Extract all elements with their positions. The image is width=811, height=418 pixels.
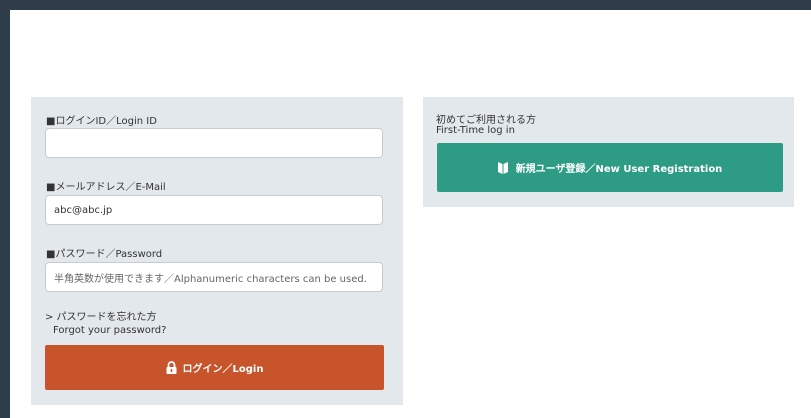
lock-icon (166, 361, 177, 374)
login-button[interactable]: ログイン／Login (45, 345, 384, 390)
email-label: ■メールアドレス／E-Mail (46, 182, 166, 193)
login-id-label: ■ログインID／Login ID (46, 116, 157, 127)
password-label: ■パスワード／Password (46, 249, 163, 260)
first-time-heading-jp: 初めてご利用される方 (436, 115, 536, 126)
registration-panel: 初めてご利用される方 First-Time log in 新規ユーザ登録／New… (423, 97, 794, 207)
email-input[interactable]: abc@abc.jp (45, 195, 383, 225)
window-frame-left (0, 0, 10, 418)
new-user-registration-button[interactable]: 新規ユーザ登録／New User Registration (437, 143, 783, 192)
login-panel: ■ログインID／Login ID ■メールアドレス／E-Mail abc@abc… (31, 97, 403, 405)
login-button-label: ログイン／Login (182, 364, 264, 375)
forgot-password-jp: > パスワードを忘れた方 (45, 312, 157, 323)
forgot-password-link[interactable]: > パスワードを忘れた方 Forgot your password? (45, 311, 166, 337)
password-input[interactable]: 半角英数が使用できます／Alphanumeric characters can … (45, 262, 383, 292)
beginner-mark-icon (497, 162, 508, 174)
forgot-password-en: Forgot your password? (53, 325, 167, 336)
window-frame-top (0, 0, 811, 10)
registration-button-label: 新規ユーザ登録／New User Registration (515, 164, 723, 175)
first-time-heading-en: First-Time log in (436, 125, 515, 136)
login-id-input[interactable] (45, 128, 383, 158)
